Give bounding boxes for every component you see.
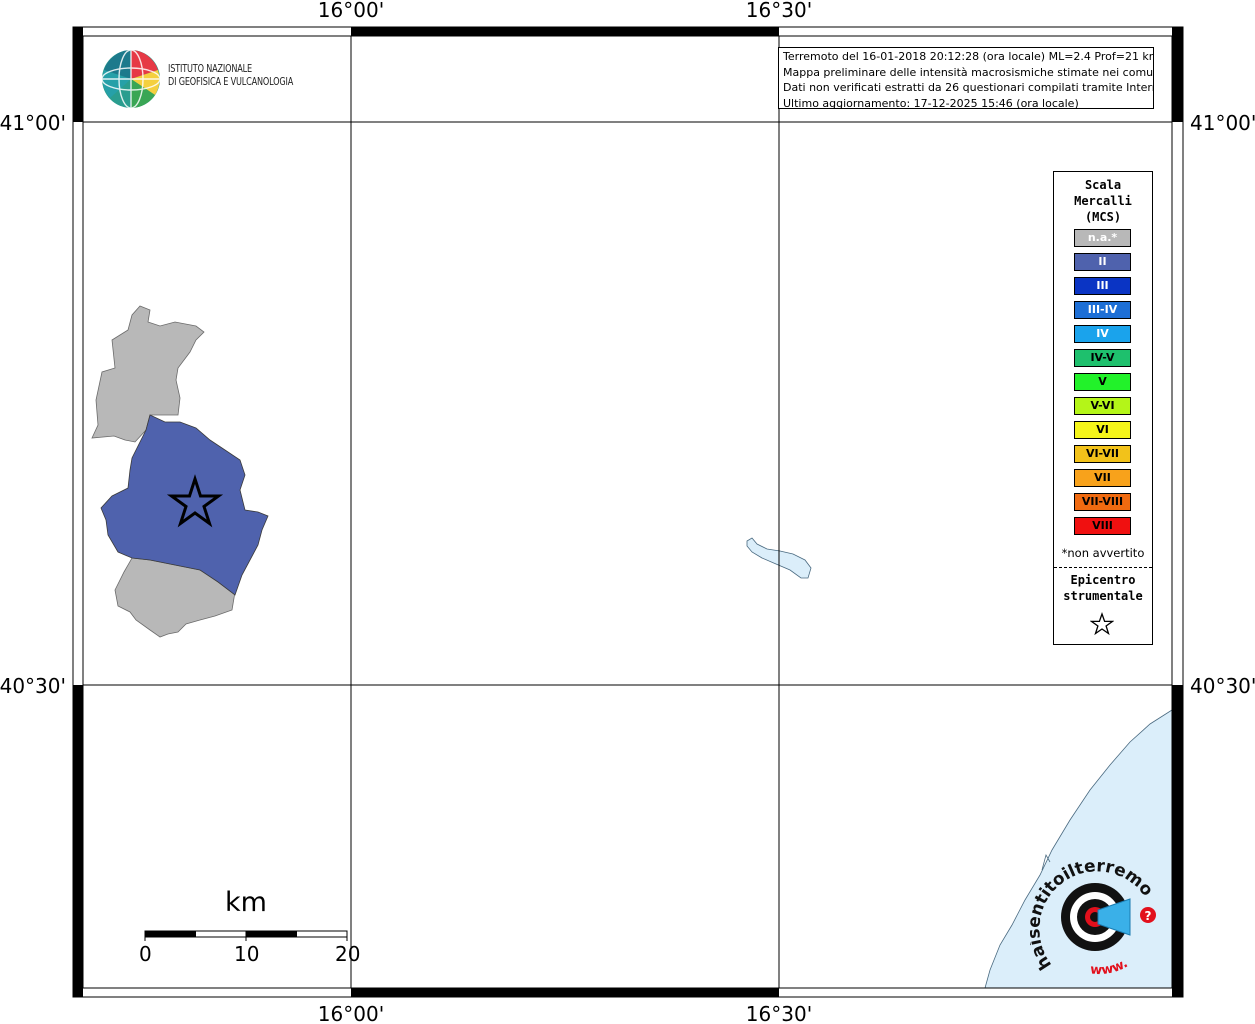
brand-url-path: www. (1090, 956, 1131, 975)
lat-label-right-1: 41°00' (1190, 111, 1255, 135)
ingv-logo-text: ISTITUTO NAZIONALE DI GEOFISICA E VULCAN… (168, 63, 293, 89)
scale-tick-20: 20 (335, 942, 361, 966)
legend-note: *non avvertito (1061, 546, 1145, 560)
event-info-box: Terremoto del 16-01-2018 20:12:28 (ora l… (778, 47, 1154, 109)
event-info-line3: Dati non verificati estratti da 26 quest… (783, 81, 1154, 94)
legend-star-icon (1090, 612, 1114, 636)
legend-item-n-a: n.a.* (1074, 229, 1131, 247)
legend-epicenter-label: Epicentro strumentale (1054, 572, 1152, 604)
lat-label-left-2: 40°30' (0, 674, 66, 698)
legend-item-v: V (1074, 373, 1131, 391)
legend-item-vi-vii: VI-VII (1074, 445, 1131, 463)
scale-tick-0: 0 (139, 942, 152, 966)
lat-label-right-2: 40°30' (1190, 674, 1255, 698)
brand-qmark: ? (1145, 909, 1152, 923)
lon-label-bottom-2: 16°30' (746, 1002, 812, 1024)
ingv-logo-line1: ISTITUTO NAZIONALE (168, 63, 252, 75)
legend-separator (1054, 567, 1152, 568)
legend-item-vii: VII (1074, 469, 1131, 487)
legend-item-iv-v: IV-V (1074, 349, 1131, 367)
legend-item-iii: III (1074, 277, 1131, 295)
legend-epicenter-line2: strumentale (1063, 589, 1143, 603)
lat-label-left-1: 41°00' (0, 111, 66, 135)
legend-item-vii-viii: VII-VIII (1074, 493, 1131, 511)
scale-bar: km 0 10 20 (130, 885, 370, 970)
brand-url-text: www. (1090, 956, 1131, 975)
legend-item-iii-iv: III-IV (1074, 301, 1131, 319)
scale-tick-10: 10 (234, 942, 260, 966)
event-info-line4: Ultimo aggiornamento: 17-12-2025 15:46 (… (783, 96, 1079, 109)
lon-label-bottom-1: 16°00' (318, 1002, 384, 1024)
haisentitoilterremoto-logo: ? haisentitoilterremoto.it www. (1030, 855, 1157, 975)
ingv-logo-line2: DI GEOFISICA E VULCANOLOGIA (168, 76, 294, 88)
globe-icon (101, 49, 161, 109)
legend-title-line1: Scala (1084, 178, 1122, 192)
legend-title: Scala Mercalli (MCS) (1054, 177, 1152, 225)
ingv-logo: ISTITUTO NAZIONALE DI GEOFISICA E VULCAN… (100, 48, 330, 110)
legend-epicenter-line1: Epicentro (1070, 573, 1136, 587)
mcs-legend: Scala Mercalli (MCS) n.a.* II III III-IV IV I… (1053, 171, 1153, 645)
event-info-line2: Mappa preliminare delle intensità macros… (783, 65, 1154, 79)
legend-title-line3: (MCS) (1084, 210, 1122, 224)
legend-item-viii: VIII (1074, 517, 1131, 535)
legend-item-ii: II (1074, 253, 1131, 271)
legend-item-iv: IV (1074, 325, 1131, 343)
scale-unit: km (225, 887, 267, 918)
legend-title-line2: Mercalli (1074, 194, 1132, 208)
event-info-line1: Terremoto del 16-01-2018 20:12:28 (ora l… (783, 50, 1154, 63)
legend-item-vi: VI (1074, 421, 1131, 439)
lon-label-top-2: 16°30' (746, 0, 812, 22)
legend-item-v-vi: V-VI (1074, 397, 1131, 415)
lon-label-top-1: 16°00' (318, 0, 384, 22)
